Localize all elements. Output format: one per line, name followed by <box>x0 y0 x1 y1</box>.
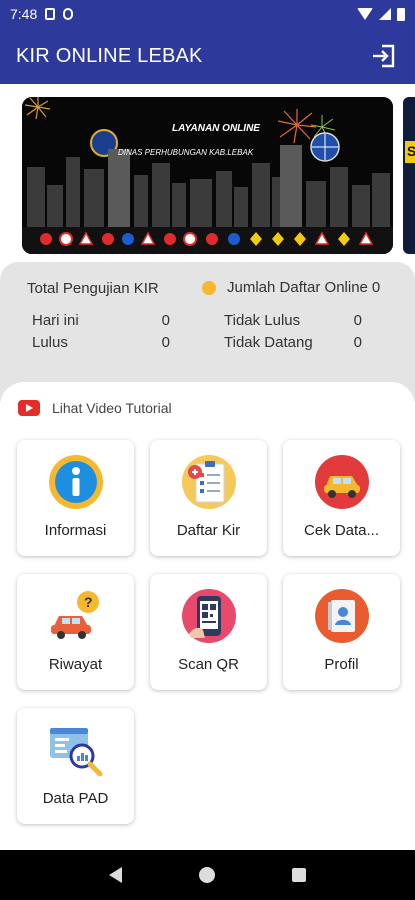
youtube-icon <box>18 400 40 416</box>
menu-data-pad[interactable]: Data PAD <box>17 708 134 824</box>
banner-next-letter: S <box>407 143 415 159</box>
menu-label: Riwayat <box>48 656 103 673</box>
stat-value: 0 <box>353 312 362 329</box>
menu-informasi[interactable]: Informasi <box>17 440 134 556</box>
stat-label: Tidak Datang <box>224 334 313 351</box>
stat-tidak-datang: Tidak Datang 0 <box>224 334 362 351</box>
data-search-icon <box>49 728 102 777</box>
menu-label: Cek Data... <box>303 522 380 539</box>
notification-icon <box>63 8 74 20</box>
banner-subtitle: DINAS PERHUBUNGAN KAB.LEBAK <box>118 148 254 157</box>
stats-panel: Total Pengujian KIR Jumlah Daftar Online… <box>0 262 415 402</box>
menu-label: Data PAD <box>42 790 109 807</box>
video-tutorial-link[interactable]: Lihat Video Tutorial <box>18 400 172 416</box>
car-question-icon: ? <box>50 591 99 639</box>
home-icon[interactable] <box>198 867 215 883</box>
stat-hari-ini: Hari ini 0 <box>32 312 170 329</box>
profile-icon <box>314 589 369 643</box>
stat-label: Lulus <box>32 334 68 351</box>
total-pengujian-label: Total Pengujian KIR <box>27 280 159 297</box>
menu-riwayat[interactable]: ? Riwayat <box>17 574 134 690</box>
login-icon <box>373 44 395 68</box>
wifi-icon <box>357 8 373 20</box>
banner-title: LAYANAN ONLINE <box>172 123 260 134</box>
login-button[interactable] <box>369 41 399 71</box>
daftar-online-value: 0 <box>371 279 381 296</box>
back-icon[interactable] <box>108 867 122 883</box>
system-nav-bar <box>0 850 415 900</box>
stat-value: 0 <box>353 334 362 351</box>
menu-scan-qr[interactable]: Scan QR <box>150 574 267 690</box>
menu-label: Daftar Kir <box>176 522 241 539</box>
menu-daftar-kir[interactable]: Daftar Kir <box>150 440 267 556</box>
banner-carousel[interactable]: LAYANAN ONLINE DINAS PERHUBUNGAN KAB.LEB… <box>0 84 415 262</box>
app-title: KIR ONLINE LEBAK <box>16 44 203 67</box>
stat-value: 0 <box>161 312 170 329</box>
menu-profil[interactable]: Profil <box>283 574 400 690</box>
menu-panel: Lihat Video Tutorial Informasi Daftar Ki… <box>0 382 415 850</box>
signal-icon <box>379 8 391 20</box>
qr-scan-icon <box>181 589 236 643</box>
stat-lulus: Lulus 0 <box>32 334 170 351</box>
stat-value: 0 <box>161 334 170 351</box>
daftar-online-summary: Jumlah Daftar Online 0 <box>202 279 380 296</box>
banner-image-next[interactable]: S <box>403 97 415 254</box>
banner-illustration: LAYANAN ONLINE DINAS PERHUBUNGAN KAB.LEB… <box>22 97 393 254</box>
sim-icon <box>45 8 56 20</box>
daftar-online-label: Jumlah Daftar Online <box>227 279 368 296</box>
battery-icon <box>397 7 405 21</box>
stat-label: Hari ini <box>32 312 79 329</box>
banner-image[interactable]: LAYANAN ONLINE DINAS PERHUBUNGAN KAB.LEB… <box>22 97 393 254</box>
recent-apps-icon[interactable] <box>292 868 307 882</box>
menu-cek-data[interactable]: Cek Data... <box>283 440 400 556</box>
menu-label: Profil <box>324 656 359 673</box>
status-time: 7:48 <box>10 6 38 22</box>
svg-text:?: ? <box>84 594 93 610</box>
app-bar: KIR ONLINE LEBAK <box>0 28 415 84</box>
registration-form-icon <box>181 455 236 509</box>
online-status-dot <box>202 280 216 295</box>
menu-label: Scan QR <box>178 656 239 673</box>
info-icon <box>48 455 103 509</box>
stat-tidak-lulus: Tidak Lulus 0 <box>224 312 362 329</box>
menu-label: Informasi <box>44 522 107 539</box>
status-bar: 7:48 <box>0 0 415 28</box>
video-tutorial-label: Lihat Video Tutorial <box>52 400 172 416</box>
stat-label: Tidak Lulus <box>224 312 301 329</box>
car-check-icon <box>314 455 369 509</box>
